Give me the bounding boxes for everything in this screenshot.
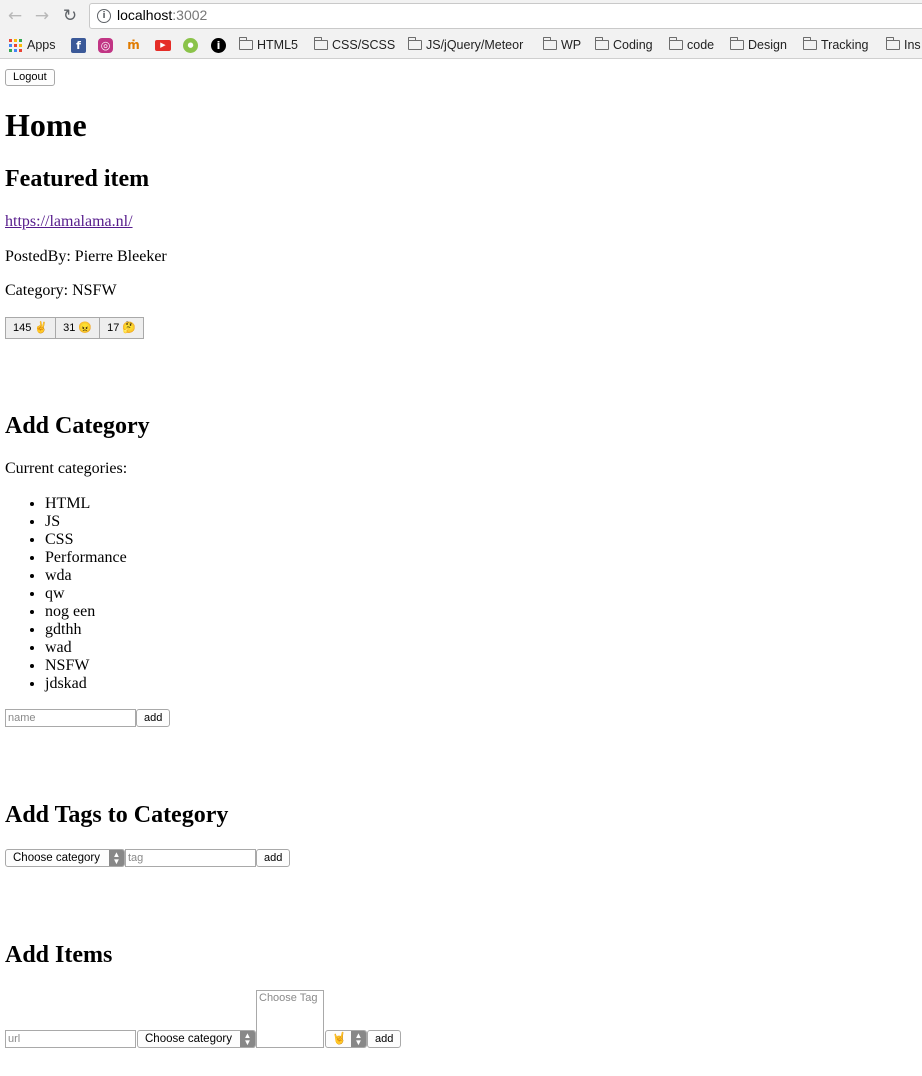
add-category-heading: Add Category <box>5 413 150 439</box>
facebook-icon: f <box>71 38 86 54</box>
category-list-item: HTML <box>45 495 127 513</box>
featured-link-paragraph: https://lamalama.nl/ <box>5 213 133 231</box>
category-list-item: wda <box>45 567 127 585</box>
url-text: localhost:3002 <box>117 7 208 23</box>
folder-icon <box>542 36 557 50</box>
reaction-peace-button[interactable]: 145 ✌️ <box>5 317 57 339</box>
info-black-icon: i <box>211 38 226 54</box>
bookmark-folder-design[interactable]: Design <box>729 36 787 53</box>
back-icon[interactable]: ← <box>5 6 25 26</box>
tag-input[interactable] <box>125 849 256 867</box>
green-circle-icon: ● <box>183 38 198 54</box>
folder-icon <box>407 36 422 50</box>
items-category-select[interactable]: Choose category ▲ ▼ <box>137 1030 256 1048</box>
add-items-form: Choose category▲▼ Choose Tag 🤘▲▼ add <box>5 990 402 1048</box>
bookmark-folder-wp[interactable]: WP <box>542 36 581 53</box>
info-icon[interactable]: i <box>97 9 111 23</box>
select-arrows-icon: ▲ ▼ <box>351 1031 366 1047</box>
bookmark-youtube[interactable]: ▶ <box>155 37 171 53</box>
reload-icon[interactable]: ↻ <box>60 6 80 26</box>
posted-by: PostedBy: Pierre Bleeker <box>5 248 167 265</box>
address-bar[interactable]: i localhost:3002 <box>89 3 922 29</box>
bookmark-folder-css[interactable]: CSS/SCSS <box>313 36 395 53</box>
bookmark-folder-tracking[interactable]: Tracking <box>802 36 868 53</box>
apps-grid-icon <box>9 39 22 53</box>
instagram-icon: ◎ <box>98 38 113 54</box>
category-list-item: CSS <box>45 531 127 549</box>
category-name-input[interactable] <box>5 709 136 727</box>
youtube-icon: ▶ <box>155 40 171 52</box>
add-tag-button[interactable]: add <box>256 849 291 867</box>
bookmark-folder-code[interactable]: code <box>668 36 714 53</box>
select-arrows-icon: ▲ ▼ <box>109 850 124 866</box>
bookmark-mn[interactable]: ṁ <box>126 37 141 53</box>
reaction-thinking-button[interactable]: 17 🤔 <box>99 317 145 339</box>
tag-listbox[interactable]: Choose Tag <box>256 990 324 1048</box>
folder-icon <box>885 36 900 50</box>
tags-category-select[interactable]: Choose category ▲ ▼ <box>5 849 125 867</box>
folder-icon <box>802 36 817 50</box>
category-list-item: nog een <box>45 603 127 621</box>
bookmark-folder-ins[interactable]: Ins <box>885 36 921 53</box>
folder-icon <box>238 36 253 50</box>
add-category-button[interactable]: add <box>136 709 171 727</box>
reaction-angry-button[interactable]: 31 😠 <box>55 317 101 339</box>
folder-icon <box>594 36 609 50</box>
category-list-item: qw <box>45 585 127 603</box>
page-title: Home <box>5 107 87 143</box>
logout-button[interactable]: Logout <box>5 69 55 86</box>
category-list-item: NSFW <box>45 657 127 675</box>
category-list-item: gdthh <box>45 621 127 639</box>
bookmark-folder-js[interactable]: JS/jQuery/Meteor <box>407 36 523 53</box>
folder-icon <box>313 36 328 50</box>
browser-chrome: ← → ↻ i localhost:3002 Apps f ◎ ṁ ▶ ● i … <box>0 0 922 59</box>
category-list-item: Performance <box>45 549 127 567</box>
item-url-input[interactable] <box>5 1030 136 1048</box>
bookmark-folder-html5[interactable]: HTML5 <box>238 36 298 53</box>
reaction-buttons: 145 ✌️ 31 😠 17 🤔 <box>5 317 145 339</box>
mn-icon: ṁ <box>127 38 140 53</box>
add-category-form: add <box>5 709 171 727</box>
bookmark-apps[interactable]: Apps <box>9 37 56 53</box>
bookmarks-bar: Apps f ◎ ṁ ▶ ● i HTML5 CSS/SCSS JS/jQuer… <box>0 34 922 56</box>
add-tags-form: Choose category▲▼ add <box>5 849 291 867</box>
featured-heading: Featured item <box>5 166 150 192</box>
forward-icon[interactable]: → <box>32 6 52 26</box>
category-list-item: wad <box>45 639 127 657</box>
add-tags-heading: Add Tags to Category <box>5 802 229 828</box>
category-list: HTMLJSCSSPerformancewdaqwnog eengdthhwad… <box>5 495 127 693</box>
folder-icon <box>668 36 683 50</box>
bookmark-info[interactable]: i <box>211 37 226 54</box>
category-list-item: JS <box>45 513 127 531</box>
featured-link[interactable]: https://lamalama.nl/ <box>5 213 133 230</box>
bookmark-green[interactable]: ● <box>183 37 198 54</box>
select-arrows-icon: ▲ ▼ <box>240 1031 255 1047</box>
featured-category: Category: NSFW <box>5 282 117 299</box>
add-item-button[interactable]: add <box>367 1030 402 1048</box>
category-list-item: jdskad <box>45 675 127 693</box>
bookmark-facebook[interactable]: f <box>71 37 86 54</box>
add-items-heading: Add Items <box>5 942 113 968</box>
bookmark-instagram[interactable]: ◎ <box>98 37 113 54</box>
bookmark-folder-coding[interactable]: Coding <box>594 36 653 53</box>
emoji-select[interactable]: 🤘 ▲ ▼ <box>325 1030 367 1048</box>
current-categories-label: Current categories: <box>5 460 128 477</box>
folder-icon <box>729 36 744 50</box>
